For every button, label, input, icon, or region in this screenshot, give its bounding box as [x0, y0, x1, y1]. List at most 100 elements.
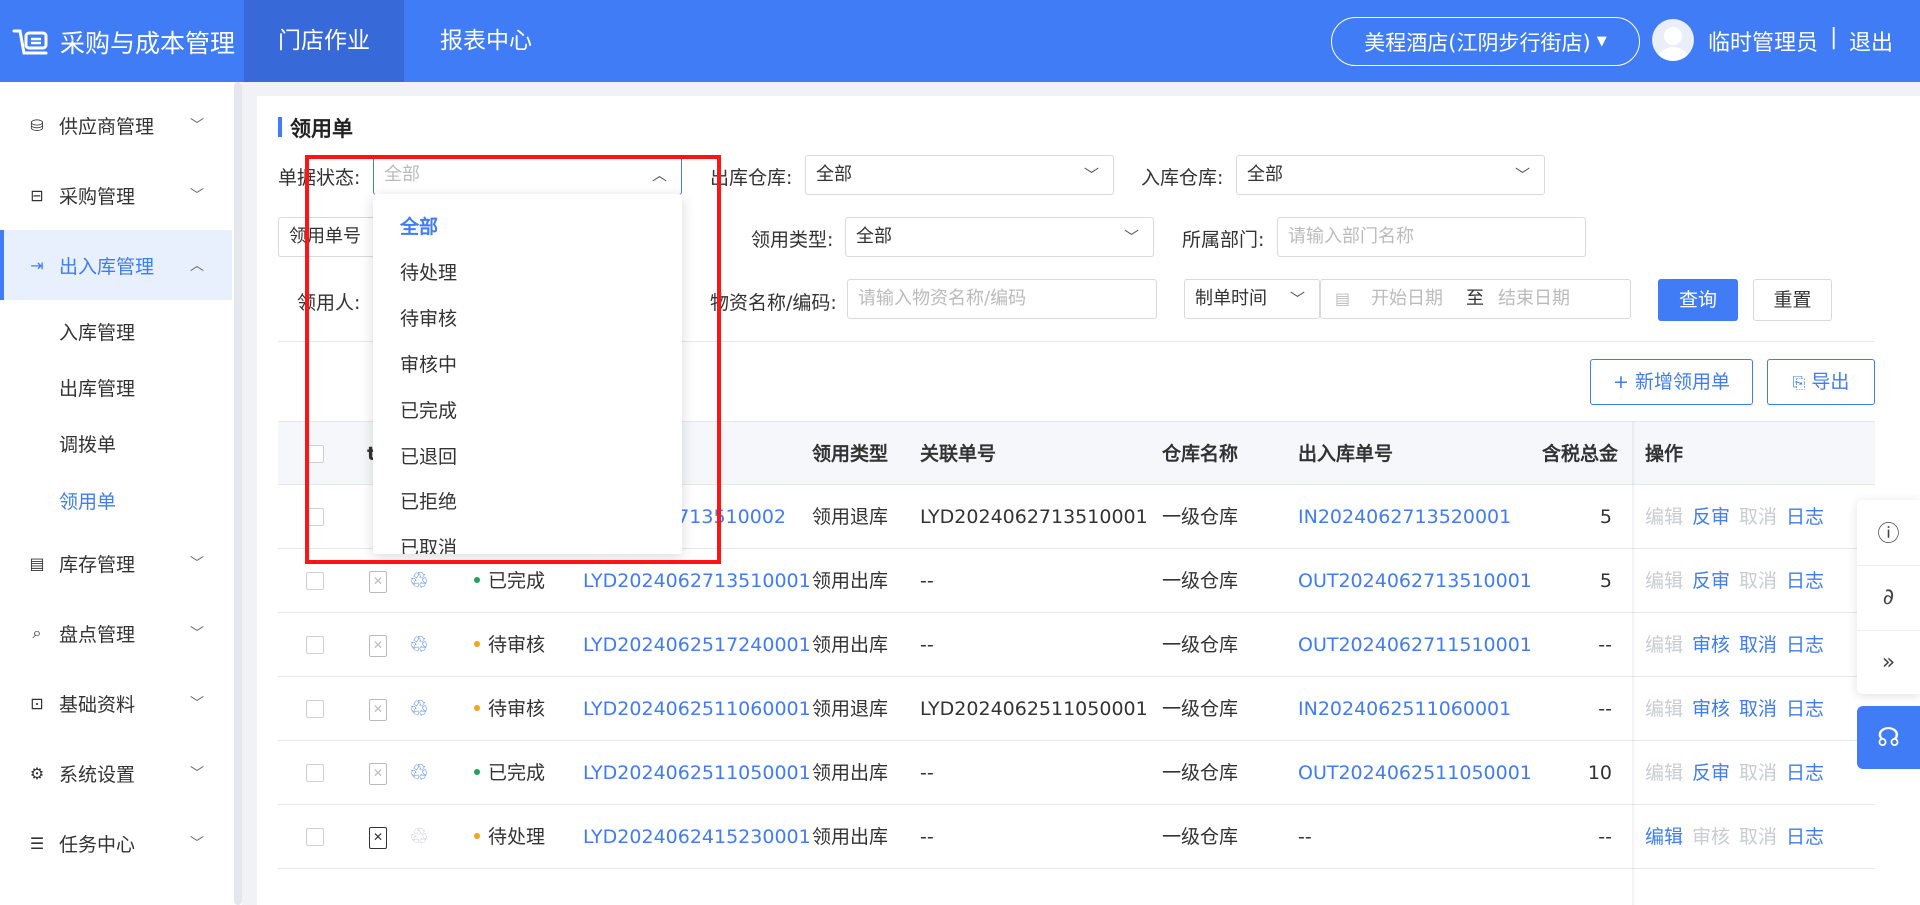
- inout-no-link[interactable]: OUT2024062511050001: [1298, 741, 1532, 805]
- end-date-input[interactable]: 结束日期: [1498, 280, 1570, 318]
- row-warehouse: 一级仓库: [1162, 570, 1239, 592]
- column-header-inout-no[interactable]: 出入库单号: [1298, 422, 1393, 486]
- stocktake-icon: ⌕: [32, 623, 42, 642]
- nav-tab-label: 门店作业: [278, 28, 370, 54]
- row-checkbox[interactable]: [306, 828, 324, 846]
- user-name[interactable]: 临时管理员: [1708, 25, 1818, 57]
- cancel-action: 取消: [1739, 826, 1778, 848]
- log-action[interactable]: 日志: [1786, 805, 1824, 869]
- page-title: 领用单: [278, 113, 353, 143]
- out-warehouse-select[interactable]: 全部 ﹀: [805, 155, 1114, 195]
- inout-no-link[interactable]: IN2024062713520001: [1298, 485, 1511, 549]
- log-action[interactable]: 日志: [1786, 549, 1824, 613]
- inout-no-link[interactable]: OUT2024062713510001: [1298, 549, 1532, 613]
- edit-action[interactable]: 编辑: [1645, 805, 1683, 869]
- delete-doc-icon[interactable]: ✕: [369, 699, 387, 721]
- in-warehouse-select[interactable]: 全部 ﹀: [1236, 155, 1545, 195]
- row-checkbox[interactable]: [306, 764, 324, 782]
- basic-data-icon: ⊡: [30, 693, 44, 713]
- column-header-ops: 操作: [1645, 443, 1684, 465]
- reverse-review-action[interactable]: 反审: [1692, 549, 1730, 613]
- dept-filter-input[interactable]: 请输入部门名称: [1277, 217, 1586, 257]
- cancel-action[interactable]: 取消: [1739, 677, 1777, 741]
- sidebar-item-label: 库存管理: [59, 553, 136, 576]
- logout-link[interactable]: 退出: [1849, 25, 1893, 57]
- sidebar-subitem-outbound[interactable]: 出库管理: [59, 374, 135, 401]
- task-icon: ☰: [29, 833, 45, 853]
- inout-no-link[interactable]: IN2024062511060001: [1298, 677, 1511, 741]
- recycle-icon[interactable]: ♲: [406, 761, 432, 787]
- sidebar-item-purchase[interactable]: ⊟ 采购管理 ﹀: [0, 160, 232, 230]
- store-select[interactable]: 美程酒店(江阴步行街店) ▼: [1331, 17, 1640, 66]
- delete-doc-icon[interactable]: ✕: [369, 571, 387, 593]
- fixed-column-shadow: [1632, 421, 1636, 905]
- nav-tab-reports[interactable]: 报表中心: [404, 0, 568, 82]
- chevron-down-icon: ﹀: [190, 188, 204, 204]
- log-action[interactable]: 日志: [1786, 485, 1824, 549]
- type-filter-select[interactable]: 全部 ﹀: [845, 217, 1154, 257]
- time-type-select[interactable]: 制单时间 ﹀: [1184, 279, 1320, 319]
- inout-no-link[interactable]: OUT2024062711510001: [1298, 613, 1532, 677]
- material-filter-input[interactable]: 请输入物资名称/编码: [847, 279, 1157, 319]
- start-date-input[interactable]: 开始日期: [1371, 280, 1443, 318]
- sidebar-item-stocktake[interactable]: ⌕ 盘点管理 ﹀: [0, 598, 232, 668]
- double-chevron-right-icon[interactable]: »: [1857, 630, 1920, 694]
- logo-icon: [12, 29, 48, 55]
- sidebar-subitem-transfer[interactable]: 调拨单: [59, 430, 116, 457]
- app-logo[interactable]: 采购与成本管理: [12, 22, 235, 62]
- help-icon[interactable]: ⓘ: [1857, 500, 1920, 564]
- row-checkbox[interactable]: [306, 572, 324, 590]
- row-warehouse: 一级仓库: [1162, 506, 1239, 528]
- sidebar-item-label: 采购管理: [59, 185, 136, 208]
- customer-service-icon[interactable]: ☊: [1857, 706, 1920, 769]
- delete-doc-icon[interactable]: ✕: [369, 635, 387, 657]
- sidebar-item-stock-inout[interactable]: ⇥ 出入库管理 ︿: [0, 230, 232, 300]
- cancel-action[interactable]: 取消: [1739, 613, 1777, 677]
- sidebar-item-settings[interactable]: ⚙ 系统设置 ﹀: [0, 738, 232, 808]
- row-related-no: LYD2024062511050001: [920, 698, 1148, 720]
- row-type: 领用出库: [812, 570, 889, 592]
- review-action[interactable]: 审核: [1692, 677, 1730, 741]
- reverse-review-action[interactable]: 反审: [1692, 741, 1730, 805]
- sidebar-item-supplier[interactable]: ⛁ 供应商管理 ﹀: [0, 90, 232, 160]
- order-no-link[interactable]: LYD2024062517240001: [583, 613, 811, 677]
- row-type: 领用退库: [812, 698, 889, 720]
- query-button[interactable]: 查询: [1658, 279, 1738, 321]
- order-no-link[interactable]: LYD2024062415230001: [583, 805, 811, 869]
- link-icon[interactable]: ∂: [1857, 565, 1920, 629]
- reset-button[interactable]: 重置: [1753, 279, 1832, 321]
- sidebar-item-basic-data[interactable]: ⊡ 基础资料 ﹀: [0, 668, 232, 738]
- sidebar-scrollbar[interactable]: [234, 82, 242, 905]
- order-no-link[interactable]: LYD2024062511060001: [583, 677, 811, 741]
- nav-tab-store-ops[interactable]: 门店作业: [244, 0, 404, 82]
- annotation-highlight-box: [305, 155, 721, 564]
- date-range-picker[interactable]: ▤ 开始日期 至 结束日期: [1320, 279, 1631, 319]
- row-status: 待处理: [488, 826, 546, 848]
- column-header-related[interactable]: 关联单号: [920, 422, 996, 486]
- sidebar-subitem-inbound[interactable]: 入库管理: [59, 318, 135, 345]
- row-checkbox[interactable]: [306, 700, 324, 718]
- order-no-link[interactable]: LYD2024062511050001: [583, 741, 811, 805]
- sidebar-subitem-requisition[interactable]: 领用单: [59, 487, 116, 514]
- status-dot: [474, 768, 480, 775]
- recycle-icon[interactable]: ♲: [406, 697, 432, 723]
- recycle-icon[interactable]: ♲: [406, 569, 432, 595]
- sidebar-item-label: 供应商管理: [59, 115, 155, 138]
- export-button[interactable]: ⎘ 导出: [1767, 359, 1875, 405]
- reverse-review-action[interactable]: 反审: [1692, 485, 1730, 549]
- column-header-warehouse[interactable]: 仓库名称: [1162, 422, 1238, 486]
- sidebar-item-tasks[interactable]: ☰ 任务中心 ﹀: [0, 808, 232, 878]
- row-checkbox[interactable]: [306, 636, 324, 654]
- avatar[interactable]: [1652, 19, 1694, 61]
- delete-doc-icon[interactable]: ✕: [369, 763, 387, 785]
- log-action[interactable]: 日志: [1786, 613, 1824, 677]
- review-action[interactable]: 审核: [1692, 613, 1730, 677]
- column-header-type[interactable]: 领用类型: [812, 422, 888, 486]
- add-requisition-button[interactable]: + 新增领用单: [1590, 359, 1753, 405]
- delete-doc-icon[interactable]: ✕: [369, 827, 387, 849]
- log-action[interactable]: 日志: [1786, 677, 1824, 741]
- row-type: 领用出库: [812, 826, 889, 848]
- sidebar-item-inventory[interactable]: ▤ 库存管理 ﹀: [0, 528, 232, 598]
- log-action[interactable]: 日志: [1786, 741, 1824, 805]
- recycle-icon[interactable]: ♲: [406, 633, 432, 659]
